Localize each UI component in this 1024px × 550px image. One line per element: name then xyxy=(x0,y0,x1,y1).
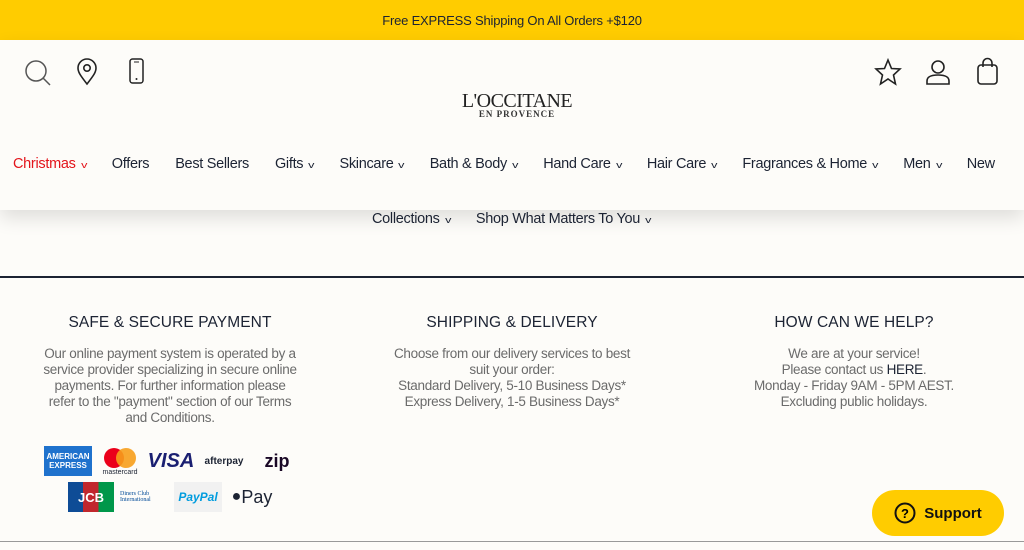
nav-item-label: Collections xyxy=(372,211,440,227)
shipping-express: Express Delivery, 1-5 Business Days* xyxy=(404,394,620,409)
chevron-down-icon: v xyxy=(398,160,405,170)
nav-item-label: Gifts xyxy=(274,156,304,172)
chevron-down-icon: v xyxy=(711,160,718,170)
nav-item-skincare[interactable]: Skincare v xyxy=(339,156,405,172)
phone-icon[interactable] xyxy=(129,58,145,86)
store-locator-icon[interactable] xyxy=(76,58,98,86)
help-line2: Please contact us HERE. xyxy=(781,362,927,377)
wishlist-star-icon[interactable] xyxy=(874,58,902,86)
support-label: Support xyxy=(924,504,982,522)
nav-item-label: Bath & Body xyxy=(429,156,508,172)
promo-banner[interactable]: Free EXPRESS Shipping On All Orders +$12… xyxy=(0,0,1024,40)
nav-item-label: New xyxy=(966,156,995,172)
nav-item-label: Men xyxy=(903,156,931,172)
divider xyxy=(0,541,1024,542)
site-header: L'OCCITANE EN PROVENCE Christmas v Offers B… xyxy=(0,40,1024,227)
chevron-down-icon: v xyxy=(444,215,451,225)
afterpay-logo: afterpay xyxy=(204,455,244,467)
help-title: HOW CAN WE HELP? xyxy=(774,314,934,331)
nav-item-hand-care[interactable]: Hand Care v xyxy=(543,156,622,172)
help-hours: Monday - Friday 9AM - 5PM AEST. xyxy=(753,378,955,393)
nav-item-gifts[interactable]: Gifts v xyxy=(274,156,315,172)
diners-club-logo: Diners Club International xyxy=(120,491,151,503)
search-icon[interactable] xyxy=(24,59,52,87)
nav-item-new[interactable]: New xyxy=(967,156,995,172)
nav-item-fragrances-home[interactable]: Fragrances & Home v xyxy=(742,156,879,172)
chevron-down-icon: v xyxy=(308,160,315,170)
nav-item-label: Hair Care xyxy=(646,156,707,172)
nav-item-label: Best Sellers xyxy=(175,156,249,172)
chevron-down-icon: v xyxy=(615,160,622,170)
mastercard-logo: mastercard xyxy=(98,446,142,476)
nav-item-collections[interactable]: Collections v xyxy=(372,211,451,227)
shipping-section: SHIPPING & DELIVERY Choose from our deli… xyxy=(362,314,662,410)
nav-item-best-sellers[interactable]: Best Sellers xyxy=(175,156,249,172)
svg-text:?: ? xyxy=(901,506,909,521)
brand-logo[interactable]: L'OCCITANE EN PROVENCE xyxy=(452,90,582,119)
chevron-down-icon: v xyxy=(512,160,519,170)
nav-item-shop-what-matters-to-you[interactable]: Shop What Matters To You v xyxy=(475,211,652,227)
help-section: HOW CAN WE HELP? We are at your service!… xyxy=(704,314,1004,410)
payment-section: SAFE & SECURE PAYMENT Our online payment… xyxy=(20,314,320,426)
nav-item-label: Christmas xyxy=(13,156,76,172)
payment-logos: AMERICAN EXPRESS mastercard VISA afterpa… xyxy=(44,444,300,516)
nav-item-label: Fragrances & Home xyxy=(742,156,868,172)
shopping-bag-icon[interactable] xyxy=(976,57,1000,87)
nav-item-hair-care[interactable]: Hair Care v xyxy=(646,156,718,172)
nav-item-label: Offers xyxy=(111,156,150,172)
promo-text: Free EXPRESS Shipping On All Orders +$12… xyxy=(382,12,642,28)
nav-item-label: Shop What Matters To You xyxy=(475,211,641,227)
footer-info: SAFE & SECURE PAYMENT Our online payment… xyxy=(0,276,1024,550)
shipping-title: SHIPPING & DELIVERY xyxy=(426,314,598,331)
help-holidays: Excluding public holidays. xyxy=(780,394,928,409)
contact-here-link[interactable]: HERE xyxy=(887,362,924,377)
main-nav-row2: Collections v Shop What Matters To You v xyxy=(372,211,676,227)
visa-logo: VISA xyxy=(147,449,195,472)
shipping-intro: Choose from our delivery services to bes… xyxy=(393,346,631,377)
account-icon[interactable] xyxy=(924,58,952,86)
chevron-down-icon: v xyxy=(645,215,652,225)
nav-item-men[interactable]: Men v xyxy=(903,156,942,172)
help-line1: We are at your service! xyxy=(788,346,920,361)
nav-item-label: Skincare xyxy=(339,156,394,172)
chevron-down-icon: v xyxy=(872,160,879,170)
apple-pay-logo: ● Pay xyxy=(231,486,273,507)
chevron-down-icon: v xyxy=(80,160,87,170)
payment-text: Our online payment system is operated by… xyxy=(43,346,297,425)
nav-item-offers[interactable]: Offers xyxy=(111,156,150,172)
chevron-down-icon: v xyxy=(935,160,942,170)
nav-item-bath-body[interactable]: Bath & Body v xyxy=(429,156,519,172)
main-nav: Christmas v Offers Best Sellers Gifts v Skinca… xyxy=(13,156,1021,172)
nav-item-christmas[interactable]: Christmas v xyxy=(13,156,87,172)
nav-item-label: Hand Care xyxy=(543,156,611,172)
paypal-logo: PayPal xyxy=(174,482,222,512)
zip-logo: zip xyxy=(264,450,290,471)
support-button[interactable]: ? Support xyxy=(872,490,1004,536)
shipping-standard: Standard Delivery, 5-10 Business Days* xyxy=(398,378,626,393)
help-question-icon: ? xyxy=(894,502,916,524)
jcb-logo: JCB xyxy=(68,482,114,512)
payment-title: SAFE & SECURE PAYMENT xyxy=(68,314,272,331)
amex-logo: AMERICAN EXPRESS xyxy=(44,446,92,476)
